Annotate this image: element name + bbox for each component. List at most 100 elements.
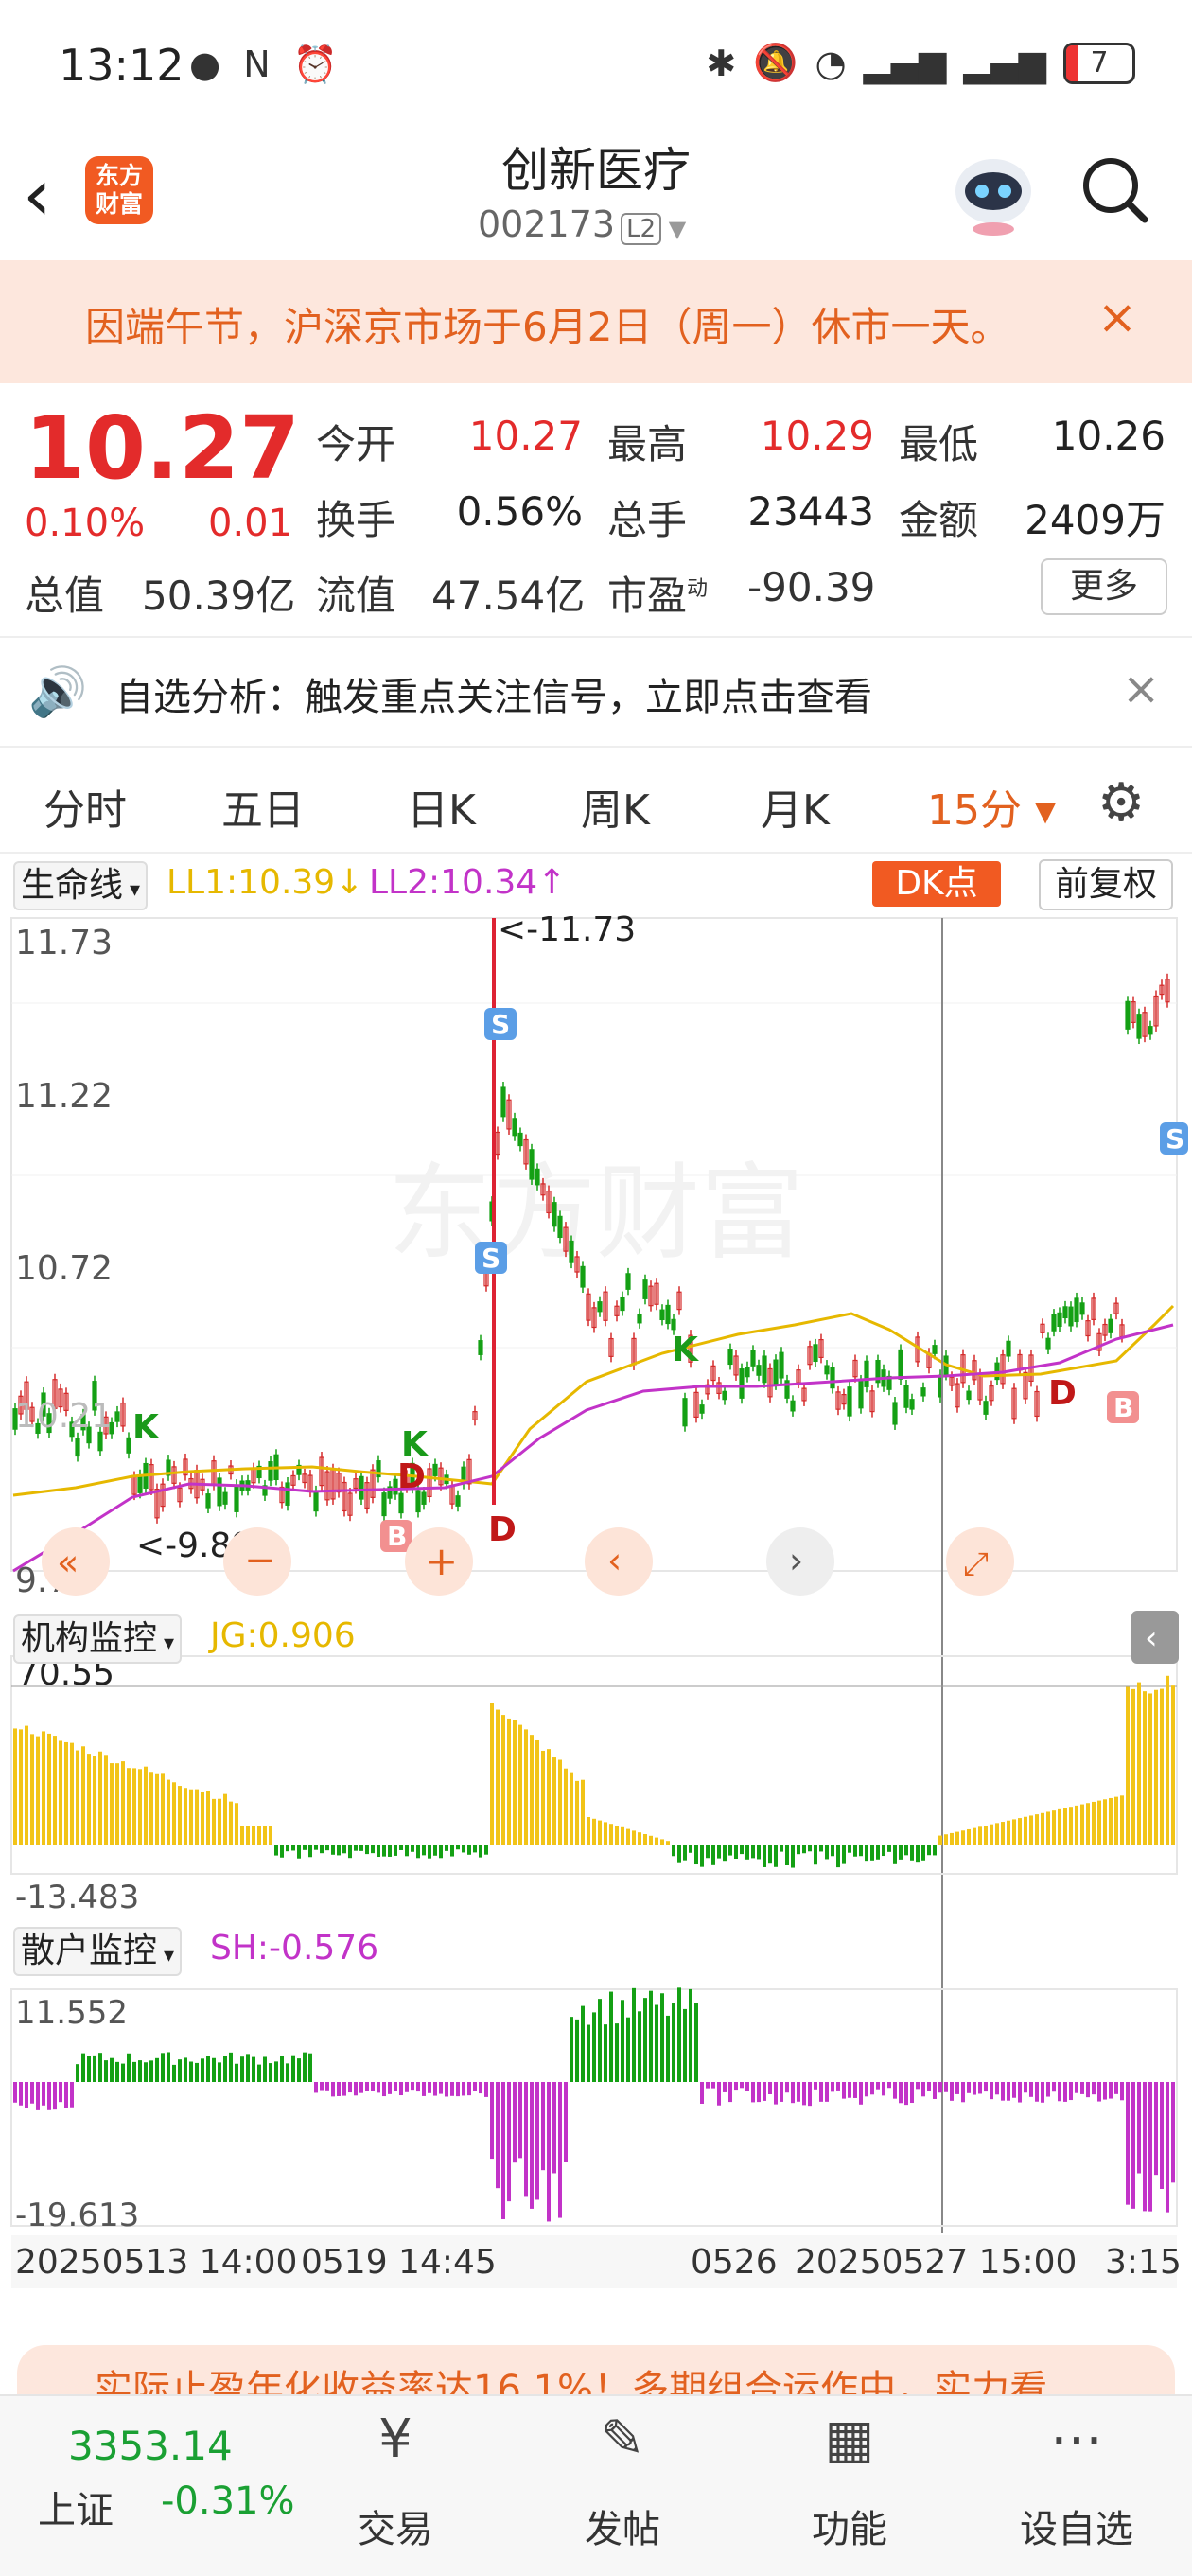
x-label: 0526 bbox=[691, 2243, 778, 2282]
tab-weekly-k[interactable]: 周K bbox=[581, 776, 650, 837]
jg-bar bbox=[848, 1845, 851, 1853]
sh-bar bbox=[513, 2082, 517, 2163]
jg-bar bbox=[19, 1729, 23, 1845]
jg-bar bbox=[666, 1841, 670, 1845]
jg-bar bbox=[1007, 1820, 1010, 1845]
index-change[interactable]: -0.31% bbox=[161, 2479, 295, 2523]
analysis-text[interactable]: 自选分析：触发重点关注信号，立即点击查看 bbox=[115, 666, 872, 721]
index-value[interactable]: 3353.14 bbox=[68, 2423, 233, 2469]
candle-body bbox=[983, 1401, 989, 1415]
candle-body bbox=[892, 1402, 898, 1425]
sh-bar bbox=[269, 2063, 272, 2082]
jg-bar bbox=[365, 1845, 369, 1855]
sh-bar bbox=[836, 2082, 840, 2091]
back-icon[interactable]: ‹ bbox=[23, 159, 51, 231]
jg-bar bbox=[110, 1763, 114, 1845]
y-label: 11.73 bbox=[15, 924, 113, 962]
sh-bar bbox=[149, 2060, 153, 2082]
sh-bar bbox=[700, 2082, 704, 2104]
trade-icon[interactable]: ¥ bbox=[320, 2408, 471, 2470]
more-options-icon[interactable]: ⋯ bbox=[1001, 2408, 1152, 2470]
sh-bar bbox=[621, 2000, 624, 2082]
main-indicator-select[interactable]: 生命线 ▾ bbox=[13, 861, 149, 910]
nav-trade[interactable]: 交易 bbox=[320, 2498, 471, 2553]
search-icon[interactable] bbox=[1078, 153, 1150, 225]
sh-bar bbox=[570, 2017, 573, 2082]
jg-bar bbox=[1171, 1685, 1175, 1845]
sh-bars bbox=[13, 1987, 1175, 2222]
sh-indicator-select[interactable]: 散户监控 ▾ bbox=[13, 1927, 183, 1976]
sh-bar bbox=[995, 2082, 999, 2095]
close-icon[interactable]: × bbox=[1097, 290, 1137, 344]
jg-bar bbox=[337, 1845, 341, 1856]
current-price: 10.27 bbox=[25, 397, 301, 499]
jg-bar bbox=[411, 1845, 414, 1852]
candle-body bbox=[1079, 1302, 1085, 1315]
sh-bar bbox=[609, 1991, 613, 2082]
sh-bar bbox=[666, 2015, 670, 2082]
jg-bar bbox=[882, 1845, 885, 1857]
dk-point-button[interactable]: DK点 bbox=[872, 861, 1001, 907]
tab-monthly-k[interactable]: 月K bbox=[761, 776, 830, 837]
jg-bar bbox=[178, 1786, 182, 1845]
close-icon[interactable]: × bbox=[1122, 662, 1160, 715]
chevron-left-icon: ‹ bbox=[1145, 1619, 1158, 1657]
jg-bar bbox=[842, 1845, 846, 1864]
notice-text: 因端午节，沪深京市场于6月2日（周一）休市一天。 bbox=[85, 304, 1010, 350]
sh-bar bbox=[365, 2082, 369, 2091]
sh-bar bbox=[1154, 2082, 1158, 2176]
jg-bar bbox=[428, 1845, 431, 1859]
sh-top-label: 11.552 bbox=[15, 1994, 128, 2032]
jg-select-label: 机构监控 bbox=[21, 1619, 158, 1658]
sh-bar bbox=[348, 2082, 352, 2093]
tab-five-day[interactable]: 五日 bbox=[221, 776, 305, 837]
sh-bar bbox=[64, 2082, 68, 2108]
jg-indicator-select[interactable]: 机构监控 ▾ bbox=[13, 1614, 183, 1664]
sh-bar bbox=[632, 1987, 636, 2082]
forward-adjust-button[interactable]: 前复权 bbox=[1039, 859, 1173, 910]
post-icon[interactable]: ✎ bbox=[547, 2408, 698, 2470]
sh-bar bbox=[132, 2061, 136, 2082]
stock-code[interactable]: 002173 L2 ▼ bbox=[478, 203, 686, 245]
pe-label: 市盈动 bbox=[607, 564, 708, 622]
jg-bar bbox=[808, 1845, 812, 1852]
jg-bar bbox=[513, 1720, 517, 1845]
sh-bar bbox=[104, 2060, 108, 2082]
jg-bar bbox=[359, 1845, 363, 1851]
pe-value: -90.39 bbox=[747, 564, 876, 610]
function-icon[interactable]: ▦ bbox=[774, 2408, 925, 2470]
sh-bar bbox=[36, 2082, 40, 2110]
nav-function[interactable]: 功能 bbox=[774, 2498, 925, 2553]
dropdown-icon: ▾ bbox=[157, 1944, 175, 1967]
jg-bar bbox=[456, 1845, 460, 1850]
candle-body bbox=[745, 1367, 750, 1378]
candle-body bbox=[813, 1344, 818, 1363]
gear-icon[interactable]: ⚙ bbox=[1097, 772, 1145, 834]
tab-intraday[interactable]: 分时 bbox=[44, 776, 127, 837]
sh-bar bbox=[615, 2023, 619, 2082]
nav-post[interactable]: 发帖 bbox=[547, 2498, 698, 2553]
robot-assistant-icon[interactable] bbox=[946, 151, 1041, 237]
jg-bar bbox=[291, 1845, 295, 1851]
jg-bar bbox=[865, 1845, 868, 1862]
svg-text:D: D bbox=[1048, 1374, 1077, 1413]
sh-bar bbox=[751, 2082, 755, 2103]
candle-body bbox=[268, 1461, 273, 1481]
jg-bar bbox=[728, 1845, 732, 1856]
jg-bar bbox=[1046, 1811, 1050, 1845]
jg-bar bbox=[445, 1845, 448, 1851]
jg-bar bbox=[604, 1822, 607, 1845]
more-button[interactable]: 更多 bbox=[1041, 558, 1167, 615]
nav-add-favorite[interactable]: 设自选 bbox=[1001, 2498, 1152, 2553]
jg-bar bbox=[541, 1750, 545, 1845]
candle-body bbox=[903, 1385, 909, 1408]
sh-bar bbox=[706, 2082, 710, 2089]
app-logo[interactable]: 东方财富 bbox=[85, 156, 153, 224]
sh-bar bbox=[462, 2082, 465, 2096]
jg-bar bbox=[547, 1749, 551, 1845]
tab-daily-k[interactable]: 日K bbox=[407, 776, 476, 837]
tab-15min[interactable]: 15分 ▾ bbox=[927, 776, 1056, 837]
jg-bar bbox=[13, 1728, 17, 1845]
index-name[interactable]: 上证 bbox=[38, 2479, 114, 2534]
jg-bar bbox=[717, 1845, 721, 1859]
